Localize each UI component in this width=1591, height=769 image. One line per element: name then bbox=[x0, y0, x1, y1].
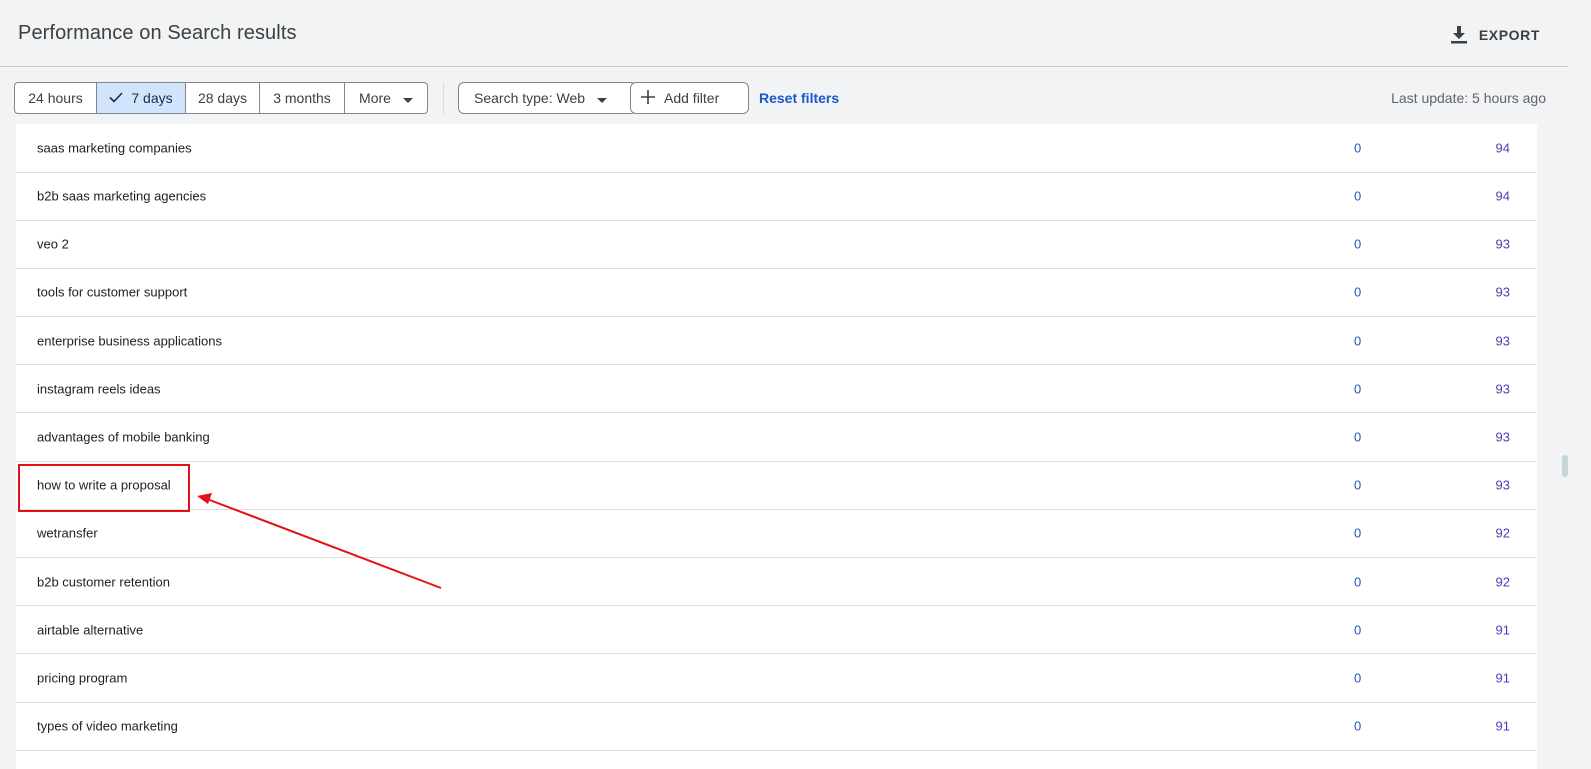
scrollbar-handle[interactable] bbox=[1562, 455, 1568, 477]
table-row[interactable]: airtable alternative 0 91 bbox=[16, 606, 1537, 655]
query-cell: saas marketing companies bbox=[37, 140, 192, 156]
impressions-cell: 92 bbox=[1495, 525, 1510, 541]
impressions-cell: 91 bbox=[1495, 670, 1510, 686]
date-range-selector: 24 hours 7 days 28 days 3 months More bbox=[14, 82, 428, 114]
highlight-box bbox=[18, 464, 190, 512]
query-cell: instagram reels ideas bbox=[37, 381, 161, 397]
table-row[interactable]: advantages of mobile banking 0 93 bbox=[16, 413, 1537, 462]
query-cell: veo 2 bbox=[37, 236, 69, 252]
clicks-cell: 0 bbox=[1354, 429, 1362, 445]
clicks-cell: 0 bbox=[1354, 574, 1362, 590]
table-row[interactable]: b2b customer retention 0 92 bbox=[16, 558, 1537, 607]
clicks-cell: 0 bbox=[1354, 670, 1362, 686]
impressions-cell: 94 bbox=[1495, 188, 1510, 204]
clicks-cell: 0 bbox=[1354, 622, 1362, 638]
reset-filters-link[interactable]: Reset filters bbox=[759, 90, 839, 106]
impressions-cell: 93 bbox=[1495, 429, 1510, 445]
impressions-cell: 93 bbox=[1495, 236, 1510, 252]
impressions-cell: 91 bbox=[1495, 622, 1510, 638]
caret-down-icon bbox=[597, 90, 608, 106]
query-cell: enterprise business applications bbox=[37, 333, 222, 349]
caret-down-icon bbox=[402, 90, 413, 106]
clicks-cell: 0 bbox=[1354, 333, 1362, 349]
table-row[interactable]: b2b saas marketing agencies 0 94 bbox=[16, 173, 1537, 221]
query-cell: wetransfer bbox=[37, 525, 98, 541]
queries-table: saas marketing companies 0 94 b2b saas m… bbox=[16, 124, 1537, 769]
toolbar-divider bbox=[443, 82, 444, 114]
clicks-cell: 0 bbox=[1354, 236, 1362, 252]
query-cell: airtable alternative bbox=[37, 622, 144, 638]
impressions-cell: 93 bbox=[1495, 284, 1510, 300]
query-cell: tools for customer support bbox=[37, 284, 188, 300]
page-title: Performance on Search results bbox=[18, 22, 297, 44]
table-row[interactable]: veo 2 0 93 bbox=[16, 221, 1537, 269]
clicks-cell: 0 bbox=[1354, 140, 1362, 156]
impressions-cell: 93 bbox=[1495, 477, 1510, 493]
query-cell: b2b customer retention bbox=[37, 574, 170, 590]
add-filter-button[interactable]: Add filter bbox=[630, 82, 749, 114]
table-row[interactable]: types of video marketing 0 91 bbox=[16, 703, 1537, 751]
query-cell: b2b saas marketing agencies bbox=[37, 188, 207, 204]
clicks-cell: 0 bbox=[1354, 525, 1362, 541]
export-label: EXPORT bbox=[1478, 27, 1540, 43]
table-row[interactable]: wetransfer 0 92 bbox=[16, 510, 1537, 558]
impressions-cell: 94 bbox=[1495, 140, 1510, 156]
download-icon bbox=[1450, 26, 1467, 44]
date-range-24-hours[interactable]: 24 hours bbox=[15, 83, 97, 113]
page-header: Performance on Search results EXPORT bbox=[0, 0, 1568, 67]
query-cell: types of video marketing bbox=[37, 718, 178, 734]
table-row[interactable]: tools for customer support 0 93 bbox=[16, 269, 1537, 318]
clicks-cell: 0 bbox=[1354, 188, 1362, 204]
table-row[interactable]: instagram reels ideas 0 93 bbox=[16, 365, 1537, 414]
impressions-cell: 93 bbox=[1495, 333, 1510, 349]
impressions-cell: 91 bbox=[1495, 718, 1510, 734]
clicks-cell: 0 bbox=[1354, 381, 1362, 397]
table-row[interactable]: pricing program 0 91 bbox=[16, 654, 1537, 703]
filter-bar: 24 hours 7 days 28 days 3 months More Se… bbox=[14, 82, 1554, 114]
table-row[interactable]: saas marketing companies 0 94 bbox=[16, 124, 1537, 173]
export-button[interactable]: EXPORT bbox=[1450, 24, 1540, 46]
last-update-text: Last update: 5 hours ago bbox=[1391, 90, 1546, 106]
check-icon bbox=[109, 90, 123, 106]
query-cell: advantages of mobile banking bbox=[37, 429, 210, 445]
query-cell: pricing program bbox=[37, 670, 128, 686]
table-row[interactable]: enterprise business applications 0 93 bbox=[16, 317, 1537, 366]
date-range-more-dropdown[interactable]: More bbox=[345, 83, 427, 113]
impressions-cell: 93 bbox=[1495, 381, 1510, 397]
date-range-7-days[interactable]: 7 days bbox=[97, 83, 186, 113]
date-range-28-days[interactable]: 28 days bbox=[186, 83, 260, 113]
clicks-cell: 0 bbox=[1354, 477, 1362, 493]
date-range-3-months[interactable]: 3 months bbox=[260, 83, 345, 113]
clicks-cell: 0 bbox=[1354, 718, 1362, 734]
search-type-dropdown[interactable]: Search type: Web bbox=[458, 82, 637, 114]
impressions-cell: 92 bbox=[1495, 574, 1510, 590]
clicks-cell: 0 bbox=[1354, 284, 1362, 300]
plus-icon bbox=[641, 89, 655, 107]
table-row[interactable]: how to write a proposal 0 93 bbox=[16, 462, 1537, 510]
